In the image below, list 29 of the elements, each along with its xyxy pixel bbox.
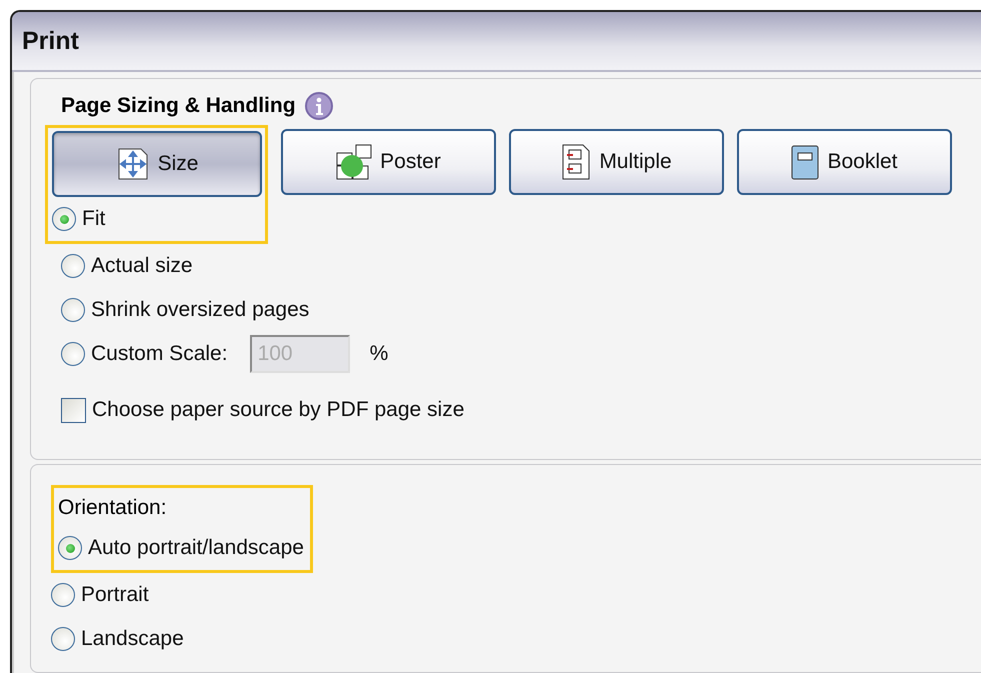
radio-button[interactable] <box>51 583 75 607</box>
mode-button[interactable]: Multiple <box>509 129 724 195</box>
option-label[interactable]: Landscape <box>81 627 184 651</box>
section-heading: Page Sizing & Handling <box>61 94 296 118</box>
page-arrows-icon <box>116 147 150 181</box>
mode-button[interactable]: Booklet <box>737 129 952 195</box>
tiled-pages-icon <box>336 144 372 180</box>
stacked-pages-icon <box>561 144 592 180</box>
window-title: Print <box>22 26 79 56</box>
orientation-label: Orientation: <box>58 495 168 521</box>
option-label[interactable]: Actual size <box>91 254 193 278</box>
radio-button[interactable] <box>52 207 76 231</box>
radio-button[interactable] <box>51 627 75 651</box>
option-label[interactable]: Fit <box>82 207 106 231</box>
option-label[interactable]: Auto portrait/landscape <box>88 536 304 560</box>
option-label[interactable]: Custom Scale: <box>91 342 228 366</box>
radio-button[interactable] <box>61 254 85 278</box>
book-icon <box>791 144 820 180</box>
mode-button[interactable]: Size <box>52 131 262 197</box>
radio-button[interactable] <box>61 342 85 366</box>
checkbox[interactable] <box>61 398 86 422</box>
checkbox-label[interactable]: Choose paper source by PDF page size <box>92 398 464 422</box>
option-label[interactable]: Portrait <box>81 583 149 607</box>
percent-unit: % <box>370 342 388 366</box>
mode-button[interactable]: Poster <box>281 129 496 195</box>
radio-button[interactable] <box>61 298 85 322</box>
radio-button[interactable] <box>58 536 82 560</box>
info-icon[interactable] <box>304 91 334 121</box>
option-label[interactable]: Shrink oversized pages <box>91 298 310 322</box>
